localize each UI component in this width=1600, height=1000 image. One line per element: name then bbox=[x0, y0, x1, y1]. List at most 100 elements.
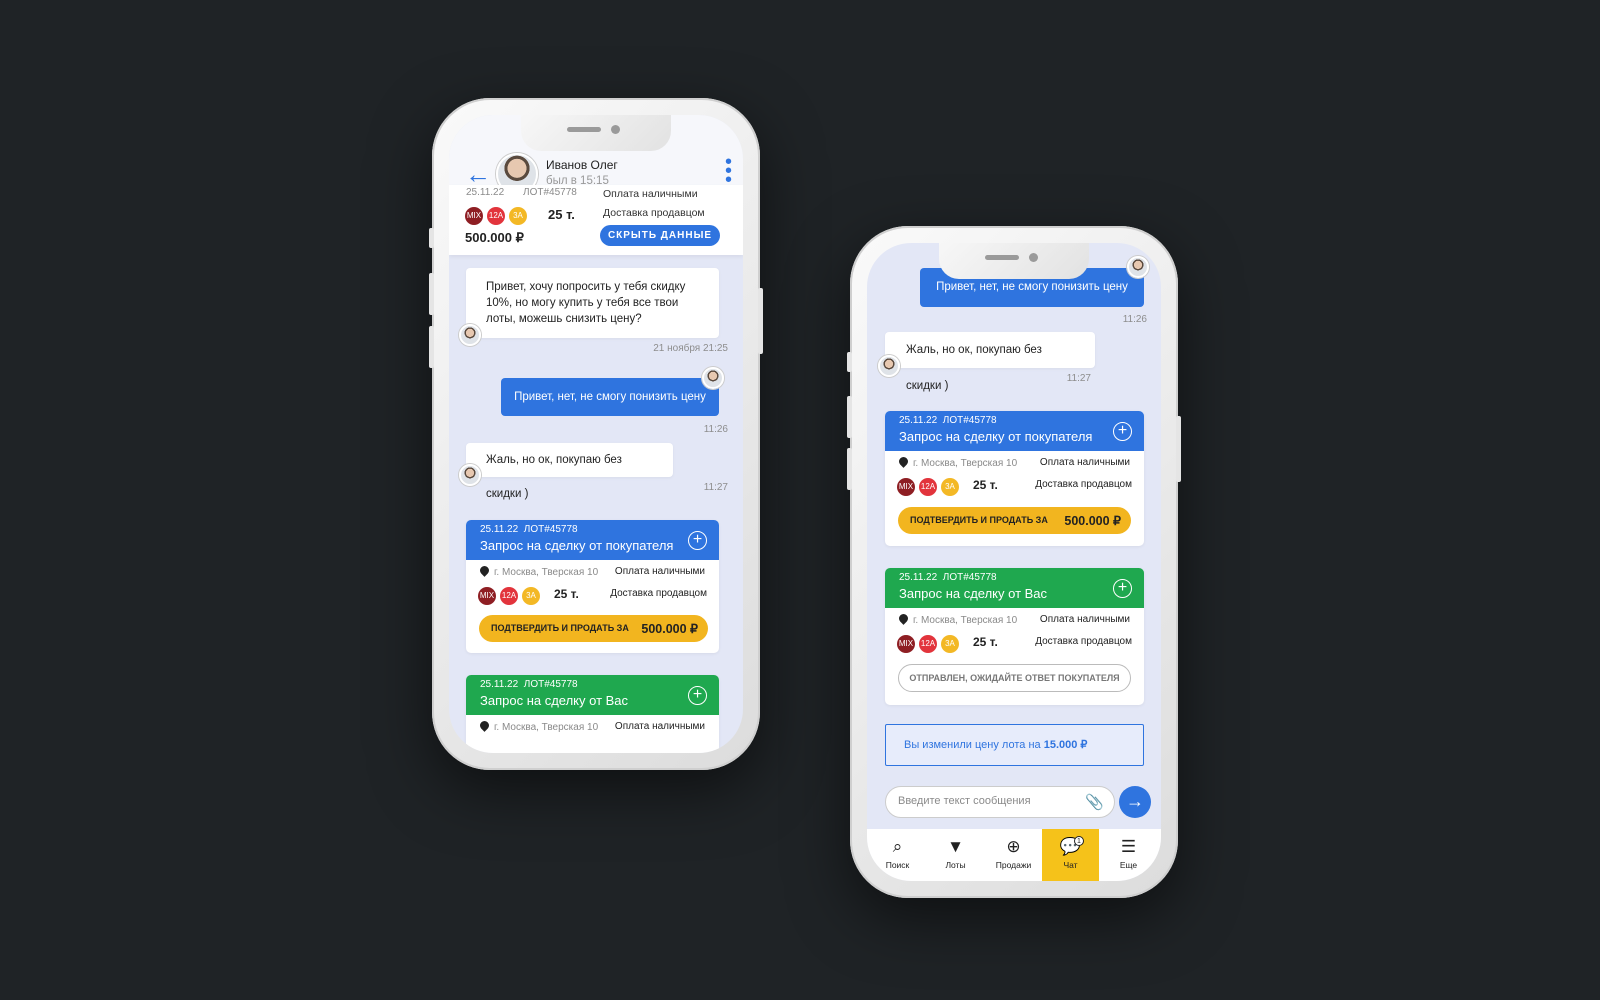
deal-title: Запрос на сделку от Вас bbox=[899, 586, 1048, 601]
message-time: 21 ноября 21:25 bbox=[653, 343, 728, 354]
phone-left: ← Иванов Олег был в 15:15 • • • 25.11.22 Л… bbox=[429, 98, 763, 770]
tab-label: Чат bbox=[1063, 860, 1078, 870]
confirm-price: 500.000 ₽ bbox=[1064, 514, 1121, 528]
deal-address-row: г. Москва, Тверская 10 Оплата наличными bbox=[885, 451, 1144, 473]
badge-mix: MIX bbox=[897, 478, 915, 496]
message-time: 11:27 bbox=[703, 482, 728, 493]
expand-plus-icon[interactable]: + bbox=[1113, 422, 1132, 441]
badge-12a: 12A bbox=[500, 587, 518, 605]
location-pin-icon bbox=[897, 455, 910, 468]
deal-lot: ЛОТ#45778 bbox=[523, 524, 578, 535]
phone-right: Привет, нет, не смогу понизить цену 11:2… bbox=[847, 226, 1181, 898]
back-arrow-icon[interactable]: ← bbox=[465, 161, 491, 187]
tab-sales[interactable]: ⊕ Продажи bbox=[985, 829, 1042, 881]
deal-request-buyer: 25.11.22 ЛОТ#45778 Запрос на сделку от п… bbox=[466, 520, 719, 653]
message-time: 11:27 bbox=[1066, 373, 1091, 384]
notch bbox=[521, 115, 671, 151]
deal-delivery: Доставка продавцом bbox=[610, 588, 707, 599]
deal-weight: 25 т. bbox=[973, 635, 998, 649]
badge-mix: MIX bbox=[465, 207, 483, 225]
deal-request-buyer: 25.11.22 ЛОТ#45778 Запрос на сделку от п… bbox=[885, 411, 1144, 546]
screen-left: ← Иванов Олег был в 15:15 • • • 25.11.22 Л… bbox=[449, 115, 743, 753]
menu-icon: ☰ bbox=[1120, 837, 1137, 856]
message-input[interactable] bbox=[898, 795, 1078, 807]
deal-request-you: 25.11.22 ЛОТ#45778 Запрос на сделку от В… bbox=[466, 675, 719, 753]
deal-lot: ЛОТ#45778 bbox=[942, 415, 997, 426]
chat-badge: 1 bbox=[1074, 836, 1084, 846]
message-incoming: Привет, хочу попросить у тебя скидку 10%… bbox=[466, 268, 719, 338]
deal-date: 25.11.22 bbox=[899, 572, 938, 583]
deal-address: г. Москва, Тверская 10 bbox=[494, 722, 599, 733]
notice-amount: 15.000 ₽ bbox=[1043, 739, 1088, 751]
badge-12a: 12A bbox=[919, 478, 937, 496]
expand-plus-icon[interactable]: + bbox=[688, 531, 707, 550]
badge-mix: MIX bbox=[897, 635, 915, 653]
message-incoming: Жаль, но ок, покупаю без скидки ) bbox=[885, 332, 1095, 392]
tab-more[interactable]: ☰ Еще bbox=[1100, 829, 1157, 881]
message-time: 11:26 bbox=[1122, 314, 1147, 325]
deal-details-row: MIX 12A 3A 25 т. Доставка продавцом bbox=[885, 630, 1144, 653]
badge-3a: 3A bbox=[941, 478, 959, 496]
badge-3a: 3A bbox=[522, 587, 540, 605]
tab-label: Еще bbox=[1119, 860, 1138, 870]
message-outgoing: Привет, нет, не смогу понизить цену bbox=[501, 378, 719, 416]
expand-plus-icon[interactable]: + bbox=[688, 686, 707, 705]
sender-avatar bbox=[459, 324, 481, 346]
deal-lot: ЛОТ#45778 bbox=[942, 572, 997, 583]
deal-title: Запрос на сделку от покупателя bbox=[480, 538, 674, 553]
hide-data-button[interactable]: СКРЫТЬ ДАННЫЕ bbox=[600, 225, 720, 246]
badge-3a: 3A bbox=[941, 635, 959, 653]
message-incoming: Жаль, но ок, покупаю без скидки ) bbox=[466, 443, 673, 500]
deal-date: 25.11.22 bbox=[899, 415, 938, 426]
deal-header: 25.11.22 ЛОТ#45778 Запрос на сделку от п… bbox=[885, 411, 1144, 451]
price-change-notice: Вы изменили цену лота на 15.000 ₽ bbox=[885, 724, 1144, 766]
lot-date: 25.11.22 bbox=[466, 187, 505, 198]
lot-delivery: Доставка продавцом bbox=[603, 207, 705, 219]
deal-address-row: г. Москва, Тверская 10 Оплата наличными bbox=[466, 715, 719, 737]
deal-header: 25.11.22 ЛОТ#45778 Запрос на сделку от В… bbox=[466, 675, 719, 715]
paperclip-icon[interactable]: 📎 bbox=[1085, 793, 1104, 811]
expand-plus-icon[interactable]: + bbox=[1113, 579, 1132, 598]
deal-payment: Оплата наличными bbox=[614, 721, 705, 732]
location-pin-icon bbox=[478, 719, 491, 732]
deal-date: 25.11.22 bbox=[480, 524, 519, 535]
lot-number: ЛОТ#45778 bbox=[523, 187, 577, 198]
notice-text: Вы изменили цену лота на bbox=[904, 739, 1041, 751]
confirm-label: ПОДТВЕРДИТЬ И ПРОДАТЬ ЗА bbox=[491, 623, 629, 633]
tab-bar: ⌕ Поиск ▼ Лоты ⊕ Продажи 💬 1 Чат ☰ Еще bbox=[867, 829, 1161, 881]
confirm-sell-button[interactable]: ПОДТВЕРДИТЬ И ПРОДАТЬ ЗА 500.000 ₽ bbox=[898, 507, 1131, 534]
tab-label: Продажи bbox=[995, 860, 1032, 870]
tab-label: Поиск bbox=[885, 860, 910, 870]
deal-weight: 25 т. bbox=[554, 587, 579, 601]
location-pin-icon bbox=[897, 612, 910, 625]
plus-circle-icon: ⊕ bbox=[1006, 837, 1021, 856]
badge-mix: MIX bbox=[478, 587, 496, 605]
deal-address-row: г. Москва, Тверская 10 Оплата наличными bbox=[466, 560, 719, 582]
send-button[interactable]: → bbox=[1119, 786, 1151, 818]
deal-date: 25.11.22 bbox=[480, 679, 519, 690]
more-menu-icon[interactable]: • • • bbox=[725, 152, 732, 190]
confirm-sell-button[interactable]: ПОДТВЕРДИТЬ И ПРОДАТЬ ЗА 500.000 ₽ bbox=[479, 615, 708, 642]
tab-label: Лоты bbox=[945, 860, 966, 870]
notch bbox=[939, 243, 1089, 279]
deal-weight: 25 т. bbox=[973, 478, 998, 492]
own-avatar bbox=[702, 367, 724, 389]
tab-chat[interactable]: 💬 1 Чат bbox=[1042, 829, 1099, 881]
chat-icon: 💬 bbox=[1059, 837, 1082, 856]
lot-price: 500.000 ₽ bbox=[465, 230, 524, 245]
deal-title: Запрос на сделку от Вас bbox=[480, 693, 629, 708]
deal-address: г. Москва, Тверская 10 bbox=[494, 567, 599, 578]
deal-title: Запрос на сделку от покупателя bbox=[899, 429, 1093, 444]
tab-lots[interactable]: ▼ Лоты bbox=[927, 829, 984, 881]
deal-payment: Оплата наличными bbox=[1039, 614, 1130, 625]
lot-weight: 25 т. bbox=[548, 207, 575, 222]
deal-header: 25.11.22 ЛОТ#45778 Запрос на сделку от п… bbox=[466, 520, 719, 560]
waiting-status: ОТПРАВЛЕН, ОЖИДАЙТЕ ОТВЕТ ПОКУПАТЕЛЯ bbox=[898, 664, 1131, 692]
own-avatar bbox=[1127, 256, 1149, 278]
deal-details-row: MIX 12A 3A 25 т. Доставка продавцом bbox=[885, 473, 1144, 496]
message-input-bar: 📎 bbox=[885, 786, 1115, 818]
badge-12a: 12A bbox=[919, 635, 937, 653]
tab-search[interactable]: ⌕ Поиск bbox=[869, 829, 926, 881]
deal-lot: ЛОТ#45778 bbox=[523, 679, 578, 690]
deal-delivery: Доставка продавцом bbox=[1035, 636, 1132, 647]
